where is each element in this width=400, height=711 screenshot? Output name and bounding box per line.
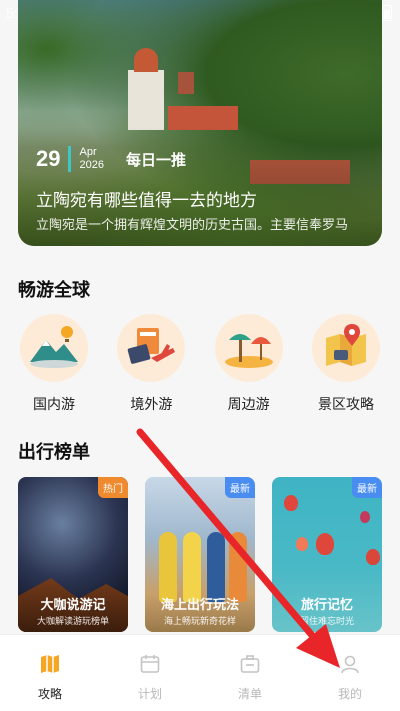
hero-month: Apr <box>79 146 97 158</box>
daily-label: 每日一推 <box>125 151 186 169</box>
battery-icon <box>382 5 392 21</box>
date-divider <box>68 146 72 172</box>
beach-umbrella-icon <box>214 314 283 382</box>
hero-year: 2026 <box>79 159 104 171</box>
tab-guide[interactable]: 攻略 <box>0 635 100 711</box>
category-abroad[interactable]: 境外游 <box>115 314 187 414</box>
ranking-card-travel-memories[interactable]: 最新 旅行记忆 留住难忘时光 <box>272 477 382 632</box>
card-title: 海上出行玩法 <box>160 597 239 612</box>
hero-description: 立陶宛是一个拥有辉煌文明的历史古国。主要信奉罗马 <box>36 217 349 232</box>
map-pin-icon <box>311 314 380 382</box>
map-icon <box>39 653 61 675</box>
cathedral-illustration <box>128 48 164 130</box>
card-subtitle: 留住难忘时光 <box>299 616 354 626</box>
hero-title: 立陶宛有哪些值得一去的地方 <box>36 191 257 210</box>
tab-label: 清单 <box>237 687 262 701</box>
section-title-ranking: 出行榜单 <box>18 438 103 471</box>
ranking-card-sea-travel[interactable]: 最新 海上出行玩法 海上畅玩新奇花样 <box>145 477 255 632</box>
ranking-card-travelogue[interactable]: 热门 大咖说游记 大咖解读游玩榜单 <box>18 477 128 632</box>
hero-day: 29 <box>36 146 61 171</box>
tab-checklist[interactable]: 清单 <box>200 635 300 711</box>
calendar-icon <box>139 653 161 675</box>
status-time: 5: <box>6 5 18 21</box>
tab-label: 计划 <box>137 687 162 701</box>
briefcase-icon <box>239 653 261 675</box>
category-grid: 国内游 境外游 周边游 景区攻略 <box>18 314 382 414</box>
tab-label: 攻略 <box>37 687 62 701</box>
passport-plane-icon <box>117 314 186 382</box>
hero-date: 29 Apr 2026 每日一推 <box>36 146 186 172</box>
bottom-tab-bar: 攻略 计划 清单 我的 <box>0 634 400 711</box>
category-scenic-guide[interactable]: 景区攻略 <box>310 314 382 414</box>
category-nearby[interactable]: 周边游 <box>213 314 285 414</box>
new-badge: 最新 <box>352 477 382 498</box>
section-title-text: 畅游全球 <box>18 280 90 300</box>
section-title-explore: 畅游全球 <box>18 276 103 309</box>
category-label: 景区攻略 <box>317 396 374 412</box>
new-badge: 最新 <box>225 477 255 498</box>
user-icon <box>339 653 361 675</box>
category-domestic[interactable]: 国内游 <box>18 314 90 414</box>
card-title: 大咖说游记 <box>40 597 106 612</box>
tab-mine[interactable]: 我的 <box>300 635 400 711</box>
ranking-cards: 热门 大咖说游记 大咖解读游玩榜单 最新 海上出行玩法 海上畅玩新奇花样 最新 … <box>18 477 382 632</box>
hot-badge: 热门 <box>98 477 128 498</box>
category-label: 境外游 <box>130 396 173 412</box>
tab-label: 我的 <box>337 687 362 701</box>
card-title: 旅行记忆 <box>300 597 353 612</box>
category-label: 国内游 <box>33 396 75 412</box>
tab-plan[interactable]: 计划 <box>100 635 200 711</box>
daily-recommendation-card[interactable]: 29 Apr 2026 每日一推 立陶宛有哪些值得一去的地方 立陶宛是一个拥有辉… <box>18 0 382 246</box>
status-bar: 5: <box>0 0 400 28</box>
mountain-balloon-icon <box>20 314 88 382</box>
section-title-text: 出行榜单 <box>18 442 90 462</box>
castle-tower-illustration <box>178 72 194 94</box>
card-subtitle: 海上畅玩新奇花样 <box>163 616 236 626</box>
card-subtitle: 大咖解读游玩榜单 <box>36 616 109 626</box>
category-label: 周边游 <box>227 396 270 412</box>
